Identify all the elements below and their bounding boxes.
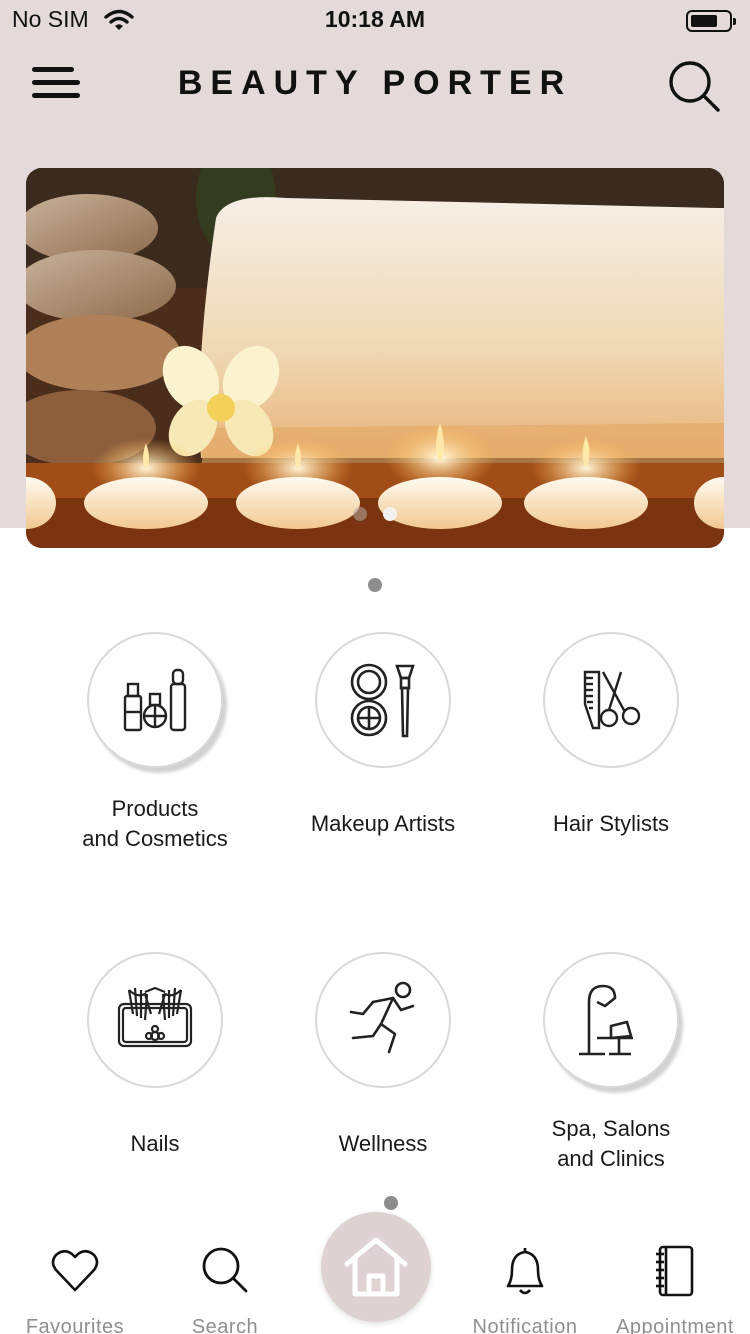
category-spa-salons-clinics[interactable]: Spa, Salons and Clinics (496, 952, 726, 1174)
status-bar: No SIM 10:18 AM (0, 0, 750, 40)
salon-chair-icon (579, 984, 633, 1056)
category-nails[interactable]: Nails (40, 952, 270, 1159)
category-label-line2: and Cosmetics (82, 826, 228, 851)
search-icon[interactable] (666, 58, 722, 114)
tab-search[interactable]: Search (150, 1244, 300, 1334)
makeup-brush-icon (350, 663, 415, 738)
banner-pagination (26, 507, 724, 526)
category-circle (543, 632, 679, 768)
category-products-cosmetics[interactable]: Products and Cosmetics (40, 632, 270, 854)
tab-appointment[interactable]: Appointment (600, 1244, 750, 1334)
cosmetics-icon (123, 668, 187, 732)
home-button[interactable] (321, 1212, 431, 1322)
heart-icon (51, 1249, 99, 1292)
category-label: Spa, Salons and Clinics (496, 1114, 726, 1174)
tab-label: Notification (472, 1316, 578, 1334)
category-label-line1: Makeup Artists (310, 811, 456, 836)
category-label-line1: Hair Stylists (552, 811, 670, 836)
home-icon (344, 1237, 408, 1297)
category-circle (543, 952, 679, 1088)
notebook-icon (656, 1245, 694, 1297)
bell-icon (506, 1248, 544, 1295)
nails-hands-icon (117, 986, 193, 1048)
category-label: Wellness (268, 1114, 498, 1159)
page-indicator (384, 1196, 398, 1210)
app-title: BEAUTY PORTER (177, 64, 573, 102)
page-indicator (368, 578, 382, 592)
category-circle (315, 952, 451, 1088)
tab-notification[interactable]: Notification (450, 1244, 600, 1334)
banner-dot-active[interactable] (383, 507, 397, 521)
category-label: Makeup Artists (268, 794, 498, 839)
app-header: BEAUTY PORTER (0, 50, 750, 120)
category-label-line1: Wellness (338, 1131, 428, 1156)
banner-dot[interactable] (353, 507, 367, 521)
category-label-line1: Products (111, 796, 199, 821)
category-label: Nails (40, 1114, 270, 1159)
category-label-line1: Spa, Salons (551, 1116, 671, 1141)
category-circle (87, 952, 223, 1088)
category-makeup-artists[interactable]: Makeup Artists (268, 632, 498, 839)
category-label: Hair Stylists (496, 794, 726, 839)
running-person-icon (349, 981, 415, 1054)
category-circle (315, 632, 451, 768)
comb-scissors-icon (583, 670, 641, 730)
category-label-line1: Nails (130, 1131, 180, 1156)
tab-label: Appointment (616, 1316, 734, 1334)
category-hair-stylists[interactable]: Hair Stylists (496, 632, 726, 839)
category-label-line2: and Clinics (557, 1146, 665, 1171)
search-icon (202, 1247, 248, 1293)
tab-label: Search (191, 1316, 259, 1334)
category-label: Products and Cosmetics (40, 794, 270, 854)
spa-banner-image (26, 168, 724, 548)
tab-favourites[interactable]: Favourites (0, 1244, 150, 1334)
status-time: 10:18 AM (324, 6, 426, 32)
promo-banner[interactable] (26, 168, 724, 548)
category-circle (87, 632, 223, 768)
category-wellness[interactable]: Wellness (268, 952, 498, 1159)
battery-icon (686, 10, 736, 32)
tab-label: Favourites (25, 1316, 125, 1334)
